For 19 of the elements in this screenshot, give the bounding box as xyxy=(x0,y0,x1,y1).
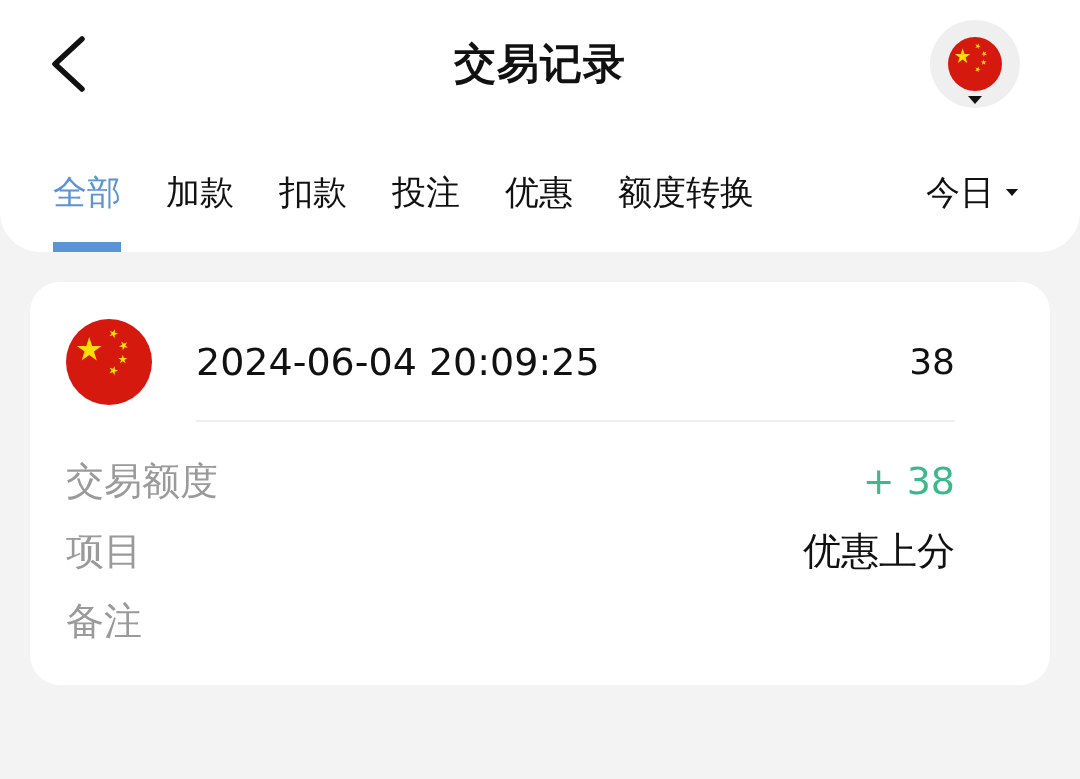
filter-tab[interactable]: 投注 xyxy=(392,150,460,252)
filter-tab[interactable]: 扣款 xyxy=(279,150,347,252)
back-chevron-icon xyxy=(50,36,86,92)
caret-icon xyxy=(968,96,982,104)
filter-tab[interactable]: 优惠 xyxy=(505,150,573,252)
date-filter-dropdown[interactable]: 今日 xyxy=(926,150,1018,212)
flag-icon xyxy=(66,319,152,405)
flag-icon xyxy=(948,37,1002,91)
back-button[interactable] xyxy=(50,36,86,92)
transaction-time: 2024-06-04 20:09:25 xyxy=(196,338,601,386)
caret-icon xyxy=(1006,188,1018,196)
transaction-amount: 38 xyxy=(909,340,955,384)
field-label: 项目 xyxy=(66,527,142,575)
page-title: 交易记录 xyxy=(454,40,626,88)
field-value: 优惠上分 xyxy=(803,527,955,575)
field-value: + 38 xyxy=(862,457,955,505)
filter-tab[interactable]: 额度转换 xyxy=(618,150,754,252)
field-label: 交易额度 xyxy=(66,457,218,505)
filter-tab[interactable]: 加款 xyxy=(166,150,234,252)
